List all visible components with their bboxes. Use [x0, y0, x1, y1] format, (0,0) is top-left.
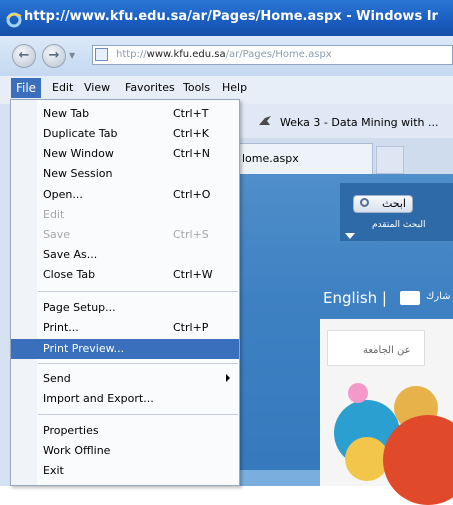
menu-item-work-offline[interactable]: Work Offline — [11, 441, 239, 461]
menu-item-print-preview[interactable]: Print Preview... — [11, 339, 239, 359]
menu-item-send[interactable]: Send — [11, 369, 239, 389]
menu-item-duplicate-tab[interactable]: Duplicate Tab Ctrl+K — [11, 124, 239, 144]
new-tab-button[interactable] — [376, 146, 404, 174]
window-title: http://www.kfu.edu.sa/ar/Pages/Home.aspx… — [24, 9, 438, 24]
english-language-link[interactable]: English | — [323, 289, 387, 307]
menu-item-new-tab[interactable]: New Tab Ctrl+T — [11, 104, 239, 124]
menu-separator — [38, 363, 238, 364]
menu-help[interactable]: Help — [222, 81, 247, 94]
search-icon — [360, 198, 369, 207]
menu-favorites[interactable]: Favorites — [125, 81, 175, 94]
triangle-down-icon — [345, 233, 355, 239]
advanced-search-link[interactable]: البحث المتقدم — [372, 220, 425, 230]
menu-file[interactable]: File — [11, 78, 41, 98]
weka-bird-icon — [259, 116, 271, 125]
history-dropdown-icon[interactable]: ▼ — [69, 51, 75, 60]
forward-button[interactable]: → — [42, 44, 66, 68]
share-label[interactable]: شارك — [426, 291, 451, 302]
menu-item-import-export[interactable]: Import and Export... — [11, 389, 239, 409]
menu-item-page-setup[interactable]: Page Setup... — [11, 298, 239, 318]
page-favicon-icon — [95, 48, 108, 61]
menu-item-exit[interactable]: Exit — [11, 461, 239, 481]
back-button[interactable]: ← — [12, 44, 36, 68]
menu-item-edit: Edit — [43, 208, 65, 221]
favorite-link-weka[interactable]: Weka 3 - Data Mining with ... — [280, 116, 439, 129]
about-tab-label: عن الجامعة — [363, 345, 411, 356]
menu-tools[interactable]: Tools — [183, 81, 210, 94]
left-frame-strip — [0, 104, 10, 486]
menu-item-open[interactable]: Open... Ctrl+O — [11, 185, 239, 205]
menu-item-new-session[interactable]: New Session — [11, 164, 239, 184]
menu-item-properties[interactable]: Properties — [11, 421, 239, 441]
menu-item-save-as[interactable]: Save As... — [11, 245, 239, 265]
address-url[interactable]: http://www.kfu.edu.sa/ar/Pages/Home.aspx — [116, 49, 332, 60]
tab-home-label: lome.aspx — [242, 152, 299, 165]
menu-separator — [38, 414, 238, 415]
ie-logo-icon — [6, 12, 22, 28]
menu-item-new-window[interactable]: New Window Ctrl+N — [11, 144, 239, 164]
menu-view[interactable]: View — [84, 81, 110, 94]
menu-item-close-tab[interactable]: Close Tab Ctrl+W — [11, 265, 239, 285]
share-icon[interactable] — [400, 291, 420, 305]
menu-item-save: Save Ctrl+S — [43, 228, 209, 241]
menu-item-print[interactable]: Print... Ctrl+P — [11, 318, 239, 338]
submenu-arrow-icon — [226, 374, 230, 382]
menu-edit[interactable]: Edit — [52, 81, 73, 94]
decorative-circle — [348, 383, 368, 403]
menu-separator — [38, 291, 238, 292]
